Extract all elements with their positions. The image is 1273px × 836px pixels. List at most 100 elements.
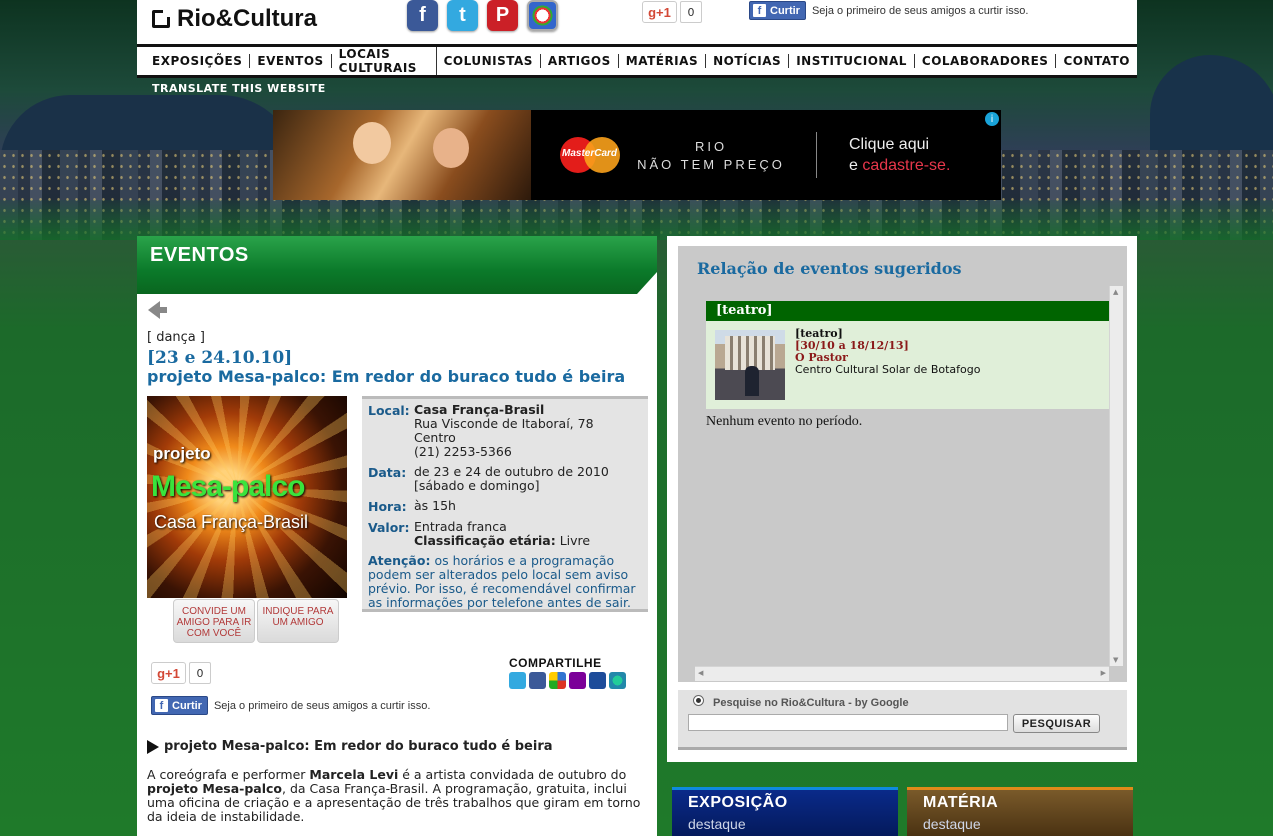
- ad-cta-line1: Clique aqui: [849, 136, 930, 153]
- article-text: A coreógrafa e performer: [147, 767, 310, 782]
- horizontal-scrollbar[interactable]: [695, 666, 1109, 681]
- facebook-icon[interactable]: f: [407, 0, 438, 31]
- local-district: Centro: [414, 430, 456, 445]
- tab-exposicao-sub: destaque: [688, 816, 746, 832]
- suggested-event-item[interactable]: [teatro] [30/10 a 18/12/13] O Pastor Cen…: [706, 321, 1113, 409]
- share-title: COMPARTILHE: [509, 656, 602, 670]
- rating-value: Livre: [559, 533, 591, 548]
- facebook-icon[interactable]: [529, 672, 546, 689]
- event-category[interactable]: [ dança ]: [147, 330, 205, 345]
- delicious-icon[interactable]: [549, 672, 566, 689]
- ad-info-icon[interactable]: i: [985, 112, 999, 126]
- nav-item-locais-culturais[interactable]: LOCAIS CULTURAIS: [332, 47, 437, 75]
- header-gplus: g+1 0: [642, 1, 702, 23]
- article-gplus: g+1 0: [151, 662, 211, 684]
- header-fb-like: f Curtir Seja o primeiro de seus amigos …: [749, 1, 1028, 20]
- background-beach: [0, 200, 1273, 240]
- suggested-category: [teatro]: [706, 301, 1113, 321]
- orkut-icon[interactable]: [609, 672, 626, 689]
- nav-item-contato[interactable]: CONTATO: [1056, 54, 1137, 68]
- local-label: Local:: [368, 403, 410, 418]
- event-title: projeto Mesa-palco: Em redor do buraco t…: [147, 367, 626, 386]
- nav-item-exposicoes[interactable]: EXPOSIÇÕES: [145, 54, 251, 68]
- nav-item-eventos[interactable]: EVENTOS: [250, 54, 332, 68]
- suggested-events-scrollarea[interactable]: [teatro] [teatro] [30/10 a 18/12/13] O P…: [695, 286, 1123, 681]
- invite-friend-button[interactable]: CONVIDE UM AMIGO PARA IR COM VOCÊ: [173, 599, 255, 643]
- nav-item-materias[interactable]: MATÉRIAS: [619, 54, 707, 68]
- fb-like-label: Curtir: [770, 4, 800, 17]
- time-label: Hora:: [368, 499, 407, 514]
- mastercard-text: MasterCard: [562, 148, 618, 159]
- date-days: [sábado e domingo]: [414, 478, 540, 493]
- mastercard-logo: MasterCard: [560, 137, 620, 173]
- search-button[interactable]: PESQUISAR: [1013, 714, 1100, 733]
- ad-banner[interactable]: MasterCard RIO NÃO TEM PREÇO Clique aqui…: [273, 110, 1001, 200]
- fb-like-button[interactable]: f Curtir: [151, 696, 208, 715]
- fb-like-button[interactable]: f Curtir: [749, 1, 806, 20]
- nav-item-institucional[interactable]: INSTITUCIONAL: [789, 54, 915, 68]
- article-text: é a artista convidada de outubro do: [398, 767, 627, 782]
- ad-cta[interactable]: Clique aqui e cadastre-se.: [849, 134, 950, 176]
- suggested-events-title: Relação de eventos sugeridos: [697, 259, 962, 278]
- suggested-events: Relação de eventos sugeridos [teatro] [t…: [678, 246, 1127, 682]
- picasa-icon[interactable]: [527, 0, 558, 31]
- vertical-scrollbar[interactable]: [1109, 286, 1123, 666]
- tab-materia-title: MATÉRIA: [923, 794, 999, 811]
- gplus-button[interactable]: g+1: [151, 662, 186, 684]
- nav-item-colaboradores[interactable]: COLABORADORES: [915, 54, 1057, 68]
- article-title: projeto Mesa-palco: Em redor do buraco t…: [147, 739, 553, 754]
- recommend-friend-button[interactable]: INDIQUE PARA UM AMIGO: [257, 599, 339, 643]
- suggested-event-place: Centro Cultural Solar de Botafogo: [795, 363, 981, 376]
- gplus-button[interactable]: g+1: [642, 1, 677, 23]
- twitter-icon[interactable]: t: [447, 0, 478, 31]
- invite-buttons: CONVIDE UM AMIGO PARA IR COM VOCÊ INDIQU…: [173, 599, 339, 643]
- ad-cta-prefix: e: [849, 157, 858, 174]
- poster-line1: projeto: [153, 444, 211, 463]
- facebook-f-icon: f: [753, 4, 766, 17]
- ad-person: [433, 128, 469, 168]
- tab-exposicao-title: EXPOSIÇÃO: [688, 794, 788, 811]
- tab-materia[interactable]: MATÉRIA destaque: [907, 787, 1133, 836]
- event-date: [23 e 24.10.10]: [147, 348, 293, 368]
- price-label: Valor:: [368, 520, 410, 535]
- nav-item-noticias[interactable]: NOTÍCIAS: [706, 54, 790, 68]
- back-arrow-icon[interactable]: [148, 301, 167, 319]
- tab-materia-sub: destaque: [923, 816, 981, 832]
- article-artist-name: Marcela Levi: [309, 767, 399, 782]
- translate-link[interactable]: TRANSLATE THIS WEBSITE: [152, 82, 326, 95]
- facebook-f-icon: f: [155, 699, 168, 712]
- article-fb-like: f Curtir Seja o primeiro de seus amigos …: [151, 696, 430, 715]
- fb-like-label: Curtir: [172, 699, 202, 712]
- date-label: Data:: [368, 465, 407, 480]
- no-events-message: Nenhum evento no período.: [706, 414, 863, 429]
- local-name[interactable]: Casa França-Brasil: [414, 402, 544, 417]
- event-poster: projeto Mesa-palco Casa França-Brasil: [147, 396, 347, 598]
- myspace-icon[interactable]: [589, 672, 606, 689]
- site-header: Rio&Cultura f t P g+1 0 f Curtir Seja o …: [137, 0, 1137, 44]
- event-thumbnail[interactable]: [715, 330, 785, 400]
- twitter-icon[interactable]: [509, 672, 526, 689]
- fb-like-text: Seja o primeiro de seus amigos a curtir …: [213, 699, 431, 712]
- poster-line3: Casa França-Brasil: [154, 512, 309, 532]
- pinterest-icon[interactable]: P: [487, 0, 518, 31]
- sidebar-panel: Relação de eventos sugeridos [teatro] [t…: [667, 236, 1137, 762]
- article-body: A coreógrafa e performer Marcela Levi é …: [147, 768, 647, 824]
- ad-person: [353, 122, 391, 164]
- share-box: COMPARTILHE: [509, 656, 626, 689]
- ad-photo: [273, 110, 531, 200]
- yahoo-icon[interactable]: [569, 672, 586, 689]
- fb-like-text: Seja o primeiro de seus amigos a curtir …: [811, 4, 1029, 17]
- share-icons: [509, 672, 626, 689]
- nav-item-artigos[interactable]: ARTIGOS: [541, 54, 619, 68]
- local-phone: (21) 2253-5366: [414, 444, 512, 459]
- tab-exposicao[interactable]: EXPOSIÇÃO destaque: [672, 787, 898, 836]
- time-value: às 15h: [414, 498, 456, 513]
- article-title-text: projeto Mesa-palco: Em redor do buraco t…: [164, 739, 553, 754]
- search-radio[interactable]: [693, 695, 704, 706]
- ad-slogan-line2: NÃO TEM PREÇO: [637, 157, 785, 172]
- rating-label: Classificação etária:: [414, 533, 556, 548]
- nav-item-colunistas[interactable]: COLUNISTAS: [437, 54, 541, 68]
- site-logo[interactable]: Rio&Cultura: [152, 5, 317, 33]
- search-input[interactable]: [688, 714, 1008, 731]
- gplus-count: 0: [189, 662, 211, 684]
